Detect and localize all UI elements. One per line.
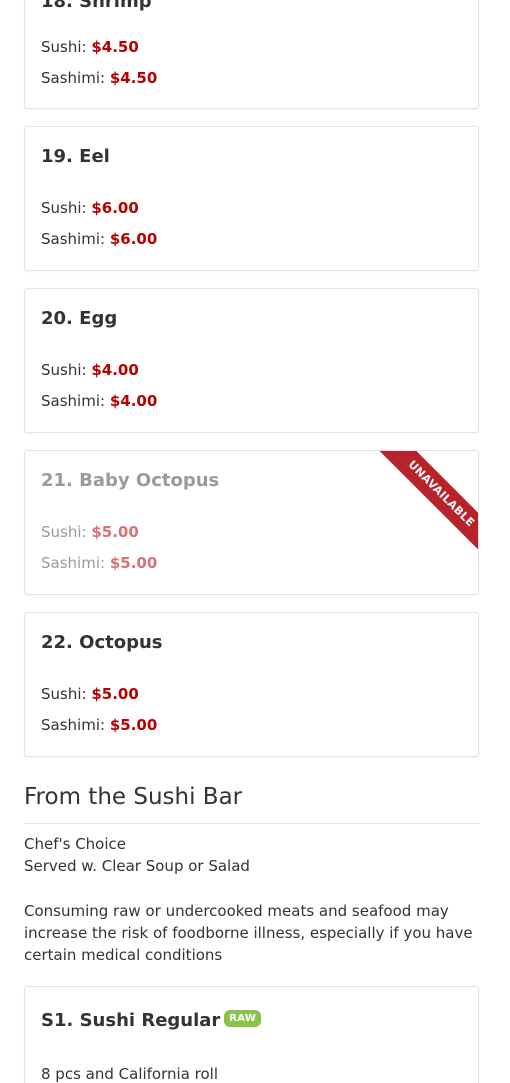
sushi-price: $5.00 [91, 523, 139, 541]
sushi-price: $6.00 [91, 199, 139, 217]
sushi-price-row: Sushi: $4.00 [41, 361, 139, 379]
item-title: 22. Octopus [41, 632, 163, 653]
sashimi-price-row: Sashimi: $6.00 [41, 230, 157, 248]
unavailable-ribbon-wrap: UNAVAILABLE [378, 451, 478, 551]
sashimi-price: $5.00 [109, 716, 158, 734]
section-served-with: Served w. Clear Soup or Salad [24, 857, 250, 875]
sashimi-label: Sashimi: [41, 716, 106, 734]
menu-item-card-egg[interactable]: 20. Egg Sushi: $4.00 Sashimi: $4.00 [24, 288, 479, 433]
item-title: S1. Sushi Regular [41, 1010, 221, 1031]
section-divider [24, 823, 480, 824]
section-chefs-choice: Chef's Choice [24, 835, 126, 853]
sushi-label: Sushi: [41, 523, 87, 541]
sashimi-price-row: Sashimi: $4.00 [41, 392, 157, 410]
sushi-price: $4.00 [91, 361, 139, 379]
menu-viewport: 18. Shrimp Sushi: $4.50 Sashimi: $4.50 1… [0, 0, 510, 1083]
sashimi-price-row: Sashimi: $5.00 [41, 716, 157, 734]
sashimi-price: $4.50 [109, 69, 158, 87]
sushi-price-row: Sushi: $5.00 [41, 685, 139, 703]
sashimi-price-row: Sashimi: $4.50 [41, 69, 157, 87]
sushi-label: Sushi: [41, 685, 87, 703]
sushi-label: Sushi: [41, 199, 87, 217]
menu-item-card-sushi-regular[interactable]: S1. Sushi Regular RAW 8 pcs and Californi… [24, 986, 479, 1083]
menu-item-card-shrimp[interactable]: 18. Shrimp Sushi: $4.50 Sashimi: $4.50 [24, 0, 479, 109]
sushi-label: Sushi: [41, 38, 87, 56]
section-title: From the Sushi Bar [24, 784, 243, 810]
sushi-price: $5.00 [91, 685, 139, 703]
item-title: 18. Shrimp [41, 0, 152, 12]
sashimi-price-row: Sashimi: $5.00 [41, 554, 157, 572]
sashimi-label: Sashimi: [41, 230, 106, 248]
unavailable-ribbon: UNAVAILABLE [378, 451, 478, 551]
sashimi-price: $4.00 [109, 392, 158, 410]
sashimi-price: $5.00 [109, 554, 158, 572]
item-title: 20. Egg [41, 308, 118, 329]
sushi-label: Sushi: [41, 361, 87, 379]
sushi-price: $4.50 [91, 38, 139, 56]
item-title: 21. Baby Octopus [41, 470, 220, 491]
sushi-price-row: Sushi: $4.50 [41, 38, 139, 56]
raw-food-warning: Consuming raw or undercooked meats and s… [24, 902, 473, 964]
sushi-price-row: Sushi: $6.00 [41, 199, 139, 217]
item-description: 8 pcs and California roll [41, 1065, 218, 1083]
menu-item-card-octopus[interactable]: 22. Octopus Sushi: $5.00 Sashimi: $5.00 [24, 612, 479, 757]
sashimi-label: Sashimi: [41, 392, 106, 410]
item-title-row: S1. Sushi Regular RAW [41, 1010, 262, 1031]
sashimi-price: $6.00 [109, 230, 158, 248]
raw-badge: RAW [224, 1010, 262, 1027]
item-title: 19. Eel [41, 146, 110, 167]
sashimi-label: Sashimi: [41, 69, 106, 87]
sashimi-label: Sashimi: [41, 554, 106, 572]
sushi-price-row: Sushi: $5.00 [41, 523, 139, 541]
menu-item-card-baby-octopus[interactable]: 21. Baby Octopus Sushi: $5.00 Sashimi: $… [24, 450, 479, 595]
menu-item-card-eel[interactable]: 19. Eel Sushi: $6.00 Sashimi: $6.00 [24, 126, 479, 271]
